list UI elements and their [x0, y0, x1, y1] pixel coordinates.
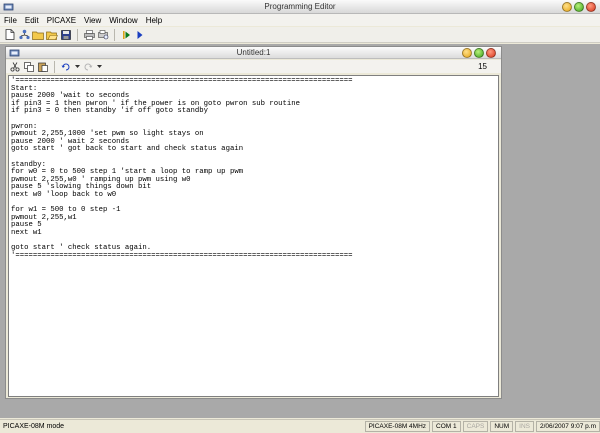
- toolbar-separator: [77, 28, 78, 41]
- minimize-button[interactable]: [562, 2, 572, 12]
- undo-icon[interactable]: [60, 61, 72, 73]
- step-icon[interactable]: [120, 29, 132, 41]
- save-icon[interactable]: [60, 29, 72, 41]
- document-titlebar[interactable]: Untitled:1: [6, 47, 501, 59]
- status-chip: PICAXE-08M 4MHz: [364, 421, 431, 432]
- maximize-button[interactable]: [574, 2, 584, 12]
- document-title: Untitled:1: [236, 48, 271, 57]
- status-panes: PICAXE-08M 4MHz COM 1 CAPS NUM INS 2/06/…: [364, 421, 600, 432]
- menu-file[interactable]: File: [4, 16, 17, 25]
- print-preview-icon[interactable]: [97, 29, 109, 41]
- document-toolbar: 15: [6, 60, 501, 73]
- menu-picaxe[interactable]: PICAXE: [47, 16, 76, 25]
- new-file-icon[interactable]: [4, 29, 16, 41]
- document-window: Untitled:1 15 '=========================…: [5, 46, 502, 399]
- app-titlebar[interactable]: Programming Editor: [0, 0, 600, 14]
- open-icon[interactable]: [46, 29, 58, 41]
- status-datetime: 2/06/2007 9:07 p.m: [535, 421, 600, 432]
- status-port: COM 1: [432, 421, 461, 432]
- toolbar-separator: [114, 28, 115, 41]
- window-title: Programming Editor: [264, 2, 336, 11]
- code-editor[interactable]: '=======================================…: [8, 75, 499, 397]
- document-close-button[interactable]: [486, 48, 496, 58]
- menu-view[interactable]: View: [84, 16, 101, 25]
- menu-help[interactable]: Help: [146, 16, 162, 25]
- menu-window[interactable]: Window: [109, 16, 137, 25]
- run-icon[interactable]: [134, 29, 146, 41]
- print-icon[interactable]: [83, 29, 95, 41]
- status-mode: PICAXE-08M mode: [3, 423, 65, 430]
- document-window-controls: [462, 48, 496, 58]
- window-controls: [562, 2, 596, 12]
- cut-icon[interactable]: [9, 61, 21, 73]
- status-caps: CAPS: [462, 421, 489, 432]
- redo-dropdown-icon[interactable]: [96, 61, 102, 73]
- status-ins: INS: [515, 421, 534, 432]
- main-toolbar: [0, 27, 600, 43]
- document-maximize-button[interactable]: [474, 48, 484, 58]
- undo-dropdown-icon[interactable]: [74, 61, 80, 73]
- open-folder-icon[interactable]: [32, 29, 44, 41]
- close-button[interactable]: [586, 2, 596, 12]
- program-icon[interactable]: [18, 29, 30, 41]
- paste-icon[interactable]: [37, 61, 49, 73]
- menubar: File Edit PICAXE View Window Help: [0, 14, 600, 26]
- document-minimize-button[interactable]: [462, 48, 472, 58]
- line-count: 15: [478, 62, 487, 71]
- copy-icon[interactable]: [23, 61, 35, 73]
- status-bar: PICAXE-08M mode PICAXE-08M 4MHz COM 1 CA…: [0, 419, 600, 433]
- menu-edit[interactable]: Edit: [25, 16, 39, 25]
- redo-icon[interactable]: [82, 61, 94, 73]
- toolbar-separator: [54, 60, 55, 73]
- status-num: NUM: [490, 421, 514, 432]
- code-text[interactable]: '=======================================…: [9, 76, 498, 260]
